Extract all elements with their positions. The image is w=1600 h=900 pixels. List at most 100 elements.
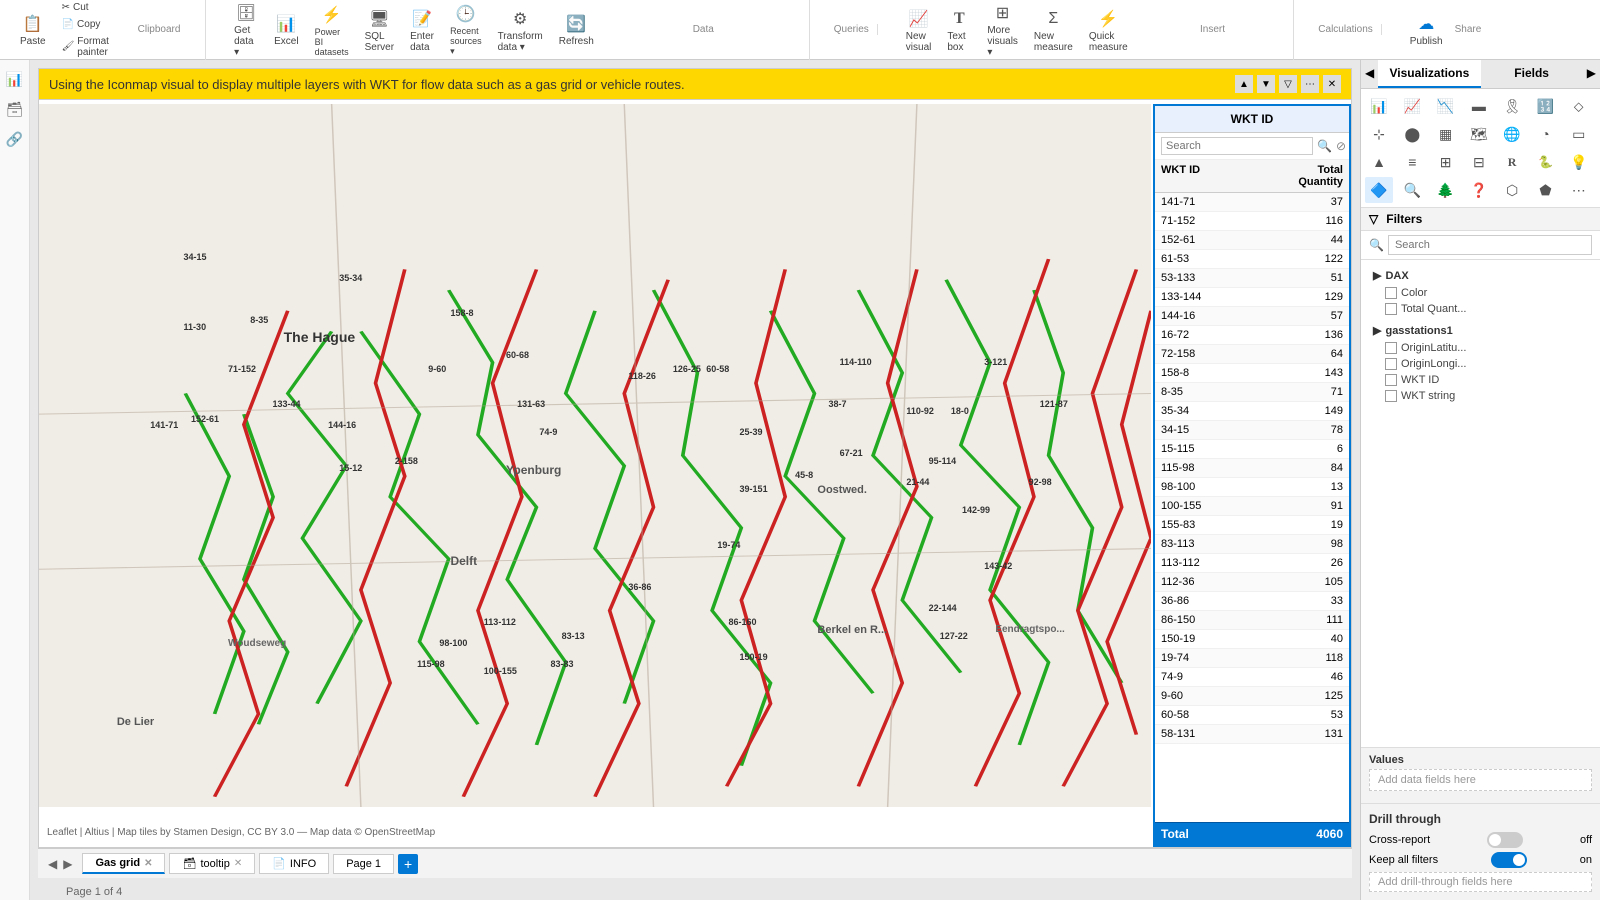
viz-icon-pie[interactable]: ⬤ xyxy=(1398,121,1426,147)
title-btn-close[interactable]: ✕ xyxy=(1323,75,1341,93)
table-row[interactable]: 98-10013 xyxy=(1155,478,1349,497)
tab-fields[interactable]: Fields xyxy=(1481,60,1583,88)
powerbi-button[interactable]: ⚡ Power BI datasets xyxy=(311,1,353,59)
table-row[interactable]: 113-11226 xyxy=(1155,554,1349,573)
viz-icon-map[interactable]: 🗺 xyxy=(1465,121,1493,147)
viz-icon-py-visual[interactable]: 🐍 xyxy=(1531,149,1559,175)
title-btn-up[interactable]: ▲ xyxy=(1235,75,1253,93)
table-row[interactable]: 19-74118 xyxy=(1155,649,1349,668)
title-btn-more[interactable]: ⋯ xyxy=(1301,75,1319,93)
tab-visualizations[interactable]: Visualizations xyxy=(1378,60,1480,88)
quick-measure-button[interactable]: ⚡ Quick measure xyxy=(1085,5,1132,55)
refresh-button[interactable]: 🔄 Refresh xyxy=(555,10,598,49)
viz-icon-area[interactable]: 📉 xyxy=(1432,93,1460,119)
cut-button[interactable]: ✂ Cut xyxy=(58,0,113,15)
fields-search-input[interactable] xyxy=(1388,235,1592,255)
viz-icon-treemap[interactable]: ▦ xyxy=(1432,121,1460,147)
table-filter-icon[interactable]: ⊘ xyxy=(1336,139,1346,153)
tab-page1[interactable]: Page 1 xyxy=(333,854,394,874)
table-row[interactable]: 71-152116 xyxy=(1155,212,1349,231)
viz-icon-custom4[interactable]: ⋯ xyxy=(1565,177,1593,203)
table-row[interactable]: 115-9884 xyxy=(1155,459,1349,478)
table-row[interactable]: 86-150111 xyxy=(1155,611,1349,630)
more-visuals-button[interactable]: ⊞ More visuals ▾ xyxy=(983,0,1022,60)
new-measure-button[interactable]: Σ New measure xyxy=(1030,5,1077,55)
add-page-button[interactable]: + xyxy=(398,854,418,874)
table-row[interactable]: 58-131131 xyxy=(1155,725,1349,744)
sidebar-model-icon[interactable]: 🔗 xyxy=(4,128,26,150)
viz-icon-custom1[interactable]: 🔷 xyxy=(1365,177,1393,203)
fields-item-total-quant...[interactable]: Total Quant... xyxy=(1369,301,1592,317)
table-search-input[interactable] xyxy=(1161,137,1313,155)
add-drill-fields[interactable]: Add drill-through fields here xyxy=(1369,872,1592,892)
tab-gas-grid-close[interactable]: ✕ xyxy=(144,858,152,869)
viz-icon-line[interactable]: 📈 xyxy=(1398,93,1426,119)
text-box-button[interactable]: T Text box xyxy=(943,5,975,55)
table-row[interactable]: 83-11398 xyxy=(1155,535,1349,554)
viz-icon-scatter[interactable]: ⊹ xyxy=(1365,121,1393,147)
viz-icon-search-icon-viz[interactable]: 🔍 xyxy=(1398,177,1426,203)
fields-section-header-gasstations1[interactable]: ▶gasstations1 xyxy=(1369,321,1592,340)
add-data-fields[interactable]: Add data fields here xyxy=(1369,769,1592,791)
table-row[interactable]: 8-3571 xyxy=(1155,383,1349,402)
viz-icon-custom3[interactable]: ⬟ xyxy=(1531,177,1559,203)
table-row[interactable]: 74-946 xyxy=(1155,668,1349,687)
viz-icon-filled-map[interactable]: 🌐 xyxy=(1498,121,1526,147)
tab-tooltip-close[interactable]: ✕ xyxy=(234,858,242,869)
table-row[interactable]: 152-6144 xyxy=(1155,231,1349,250)
fields-item-wkt-id[interactable]: WKT ID xyxy=(1369,372,1592,388)
keep-filters-toggle[interactable] xyxy=(1491,852,1527,868)
nav-next[interactable]: ▶ xyxy=(61,855,74,873)
viz-icon-funnel[interactable]: ⬦ xyxy=(1565,93,1593,119)
fields-item-originlatitu...[interactable]: OriginLatitu... xyxy=(1369,340,1592,356)
table-row[interactable]: 15-1156 xyxy=(1155,440,1349,459)
table-row[interactable]: 158-8143 xyxy=(1155,364,1349,383)
table-row[interactable]: 53-13351 xyxy=(1155,269,1349,288)
fields-item-color[interactable]: Color xyxy=(1369,285,1592,301)
fields-item-wkt-string[interactable]: WKT string xyxy=(1369,388,1592,404)
viz-icon-table[interactable]: ⊞ xyxy=(1432,149,1460,175)
sql-button[interactable]: 🖥 SQL Server xyxy=(361,5,398,55)
table-search-icon[interactable]: 🔍 xyxy=(1317,139,1332,153)
table-row[interactable]: 36-8633 xyxy=(1155,592,1349,611)
title-btn-filter[interactable]: ▽ xyxy=(1279,75,1297,93)
viz-icon-waterfall[interactable]: 🔢 xyxy=(1531,93,1559,119)
cross-report-toggle[interactable] xyxy=(1487,832,1523,848)
table-row[interactable]: 35-34149 xyxy=(1155,402,1349,421)
table-row[interactable]: 16-72136 xyxy=(1155,326,1349,345)
enter-data-button[interactable]: 📝 Enter data xyxy=(406,5,438,55)
viz-icon-slicer[interactable]: ≡ xyxy=(1398,149,1426,175)
panel-collapse-arrow[interactable]: ◀ xyxy=(1361,60,1378,88)
table-row[interactable]: 100-15591 xyxy=(1155,497,1349,516)
viz-icon-stacked-bar[interactable]: 📊 xyxy=(1365,93,1393,119)
filters-toggle[interactable]: ▽ Filters xyxy=(1361,208,1600,231)
viz-icon-ribbon[interactable]: 🎗 xyxy=(1498,93,1526,119)
viz-icon-custom2[interactable]: ⬡ xyxy=(1498,177,1526,203)
viz-icon-r-visual[interactable]: R xyxy=(1498,149,1526,175)
map-container[interactable]: The Hague Ypenburg Delft Oostwed. Berkel… xyxy=(39,104,1151,807)
nav-prev[interactable]: ◀ xyxy=(46,855,59,873)
recent-sources-button[interactable]: 🕒 Recent sources ▾ xyxy=(446,0,486,59)
table-row[interactable]: 141-7137 xyxy=(1155,193,1349,212)
viz-icon-card[interactable]: ▭ xyxy=(1565,121,1593,147)
copy-button[interactable]: 📄 Copy xyxy=(58,17,113,32)
transform-button[interactable]: ⚙ Transform data ▾ xyxy=(494,5,547,55)
viz-icon-clustered-bar[interactable]: ▬ xyxy=(1465,93,1493,119)
format-painter-button[interactable]: 🖌 Format painter xyxy=(58,34,113,60)
table-row[interactable]: 9-60125 xyxy=(1155,687,1349,706)
fields-item-originlongi...[interactable]: OriginLongi... xyxy=(1369,356,1592,372)
table-row[interactable]: 144-1657 xyxy=(1155,307,1349,326)
publish-button[interactable]: ☁ Publish xyxy=(1406,10,1447,49)
fields-section-header-dax[interactable]: ▶DAX xyxy=(1369,266,1592,285)
tab-info[interactable]: 📄 INFO xyxy=(259,853,329,874)
viz-icon-matrix[interactable]: ⊟ xyxy=(1465,149,1493,175)
new-visual-button[interactable]: 📈 New visual xyxy=(902,5,936,55)
sidebar-data-icon[interactable]: 🗃 xyxy=(4,98,26,120)
table-row[interactable]: 61-53122 xyxy=(1155,250,1349,269)
table-row[interactable]: 150-1940 xyxy=(1155,630,1349,649)
paste-button[interactable]: 📋 Paste xyxy=(16,10,50,49)
viz-icon-qna[interactable]: ❓ xyxy=(1465,177,1493,203)
table-row[interactable]: 133-144129 xyxy=(1155,288,1349,307)
title-btn-down[interactable]: ▼ xyxy=(1257,75,1275,93)
table-row[interactable]: 34-1578 xyxy=(1155,421,1349,440)
